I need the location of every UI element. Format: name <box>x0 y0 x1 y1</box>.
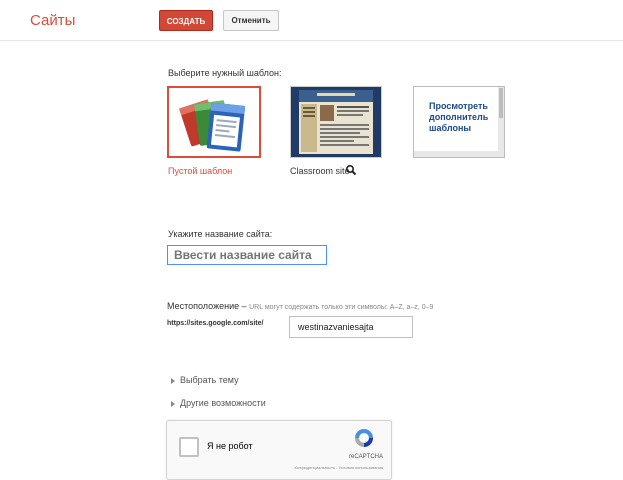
recaptcha-brand: reCAPTCHA <box>348 454 383 460</box>
recaptcha-logo-icon <box>355 429 373 447</box>
header-divider <box>0 40 623 41</box>
app-title: Сайты <box>30 12 76 29</box>
choose-theme-label: Выбрать тему <box>180 375 239 385</box>
classroom-template-preview <box>291 87 381 157</box>
recaptcha-label: Я не робот <box>207 441 253 451</box>
recaptcha-checkbox[interactable] <box>179 437 199 457</box>
location-hint: URL могут содержать только эти символы: … <box>249 304 434 311</box>
template-browse-more[interactable]: Просмотреть дополнитель шаблоны <box>413 86 505 158</box>
create-button[interactable]: СОЗДАТЬ <box>159 10 213 31</box>
more-options-label: Другие возможности <box>180 398 266 408</box>
site-url-input[interactable] <box>289 316 413 338</box>
more-options-toggle[interactable]: Другие возможности <box>171 398 266 408</box>
template-heading: Выберите нужный шаблон: <box>168 68 282 78</box>
location-dash: – <box>239 301 250 311</box>
more-scrollbar[interactable] <box>498 87 504 157</box>
site-name-label: Укажите название сайта: <box>168 229 273 239</box>
location-title: Местоположение <box>167 301 240 311</box>
site-name-input[interactable] <box>167 245 327 265</box>
blank-template-icon <box>179 99 246 152</box>
choose-theme-toggle[interactable]: Выбрать тему <box>171 375 239 385</box>
magnifier-icon[interactable] <box>345 164 357 176</box>
location-line: Местоположение – URL могут содержать тол… <box>167 301 433 311</box>
url-prefix: https://sites.google.com/site/ <box>167 320 264 327</box>
expand-arrow-icon <box>171 400 175 407</box>
template-classroom[interactable] <box>290 86 382 158</box>
cancel-button[interactable]: Отменить <box>223 10 279 31</box>
classroom-template-caption[interactable]: Classroom site <box>290 166 350 176</box>
browse-more-link[interactable]: Просмотреть дополнитель шаблоны <box>429 101 495 134</box>
more-scrollbar-thumb[interactable] <box>499 88 503 118</box>
recaptcha-widget: Я не робот reCAPTCHA Конфиденциальность … <box>166 420 392 480</box>
recaptcha-links[interactable]: Конфиденциальность - Условия использован… <box>237 465 383 470</box>
template-blank[interactable] <box>167 86 261 158</box>
expand-arrow-icon <box>171 377 175 384</box>
blank-template-caption[interactable]: Пустой шаблон <box>168 166 232 176</box>
more-hscrollbar[interactable] <box>414 151 500 157</box>
